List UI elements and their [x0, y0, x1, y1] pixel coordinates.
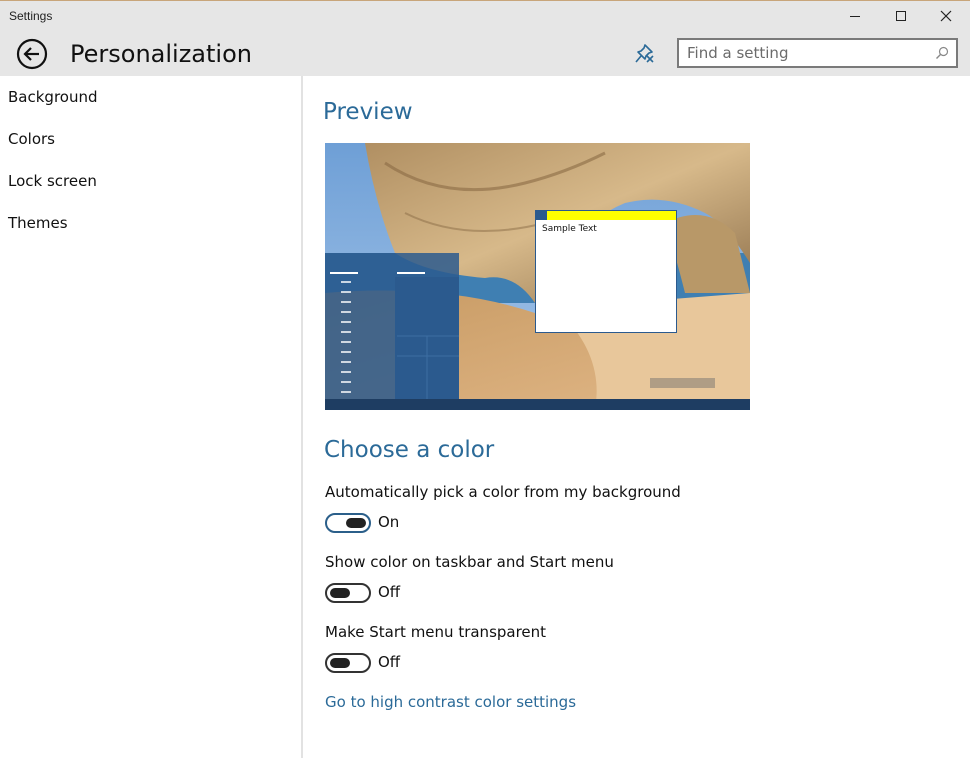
- maximize-button[interactable]: [878, 1, 924, 31]
- preview-sample-text: Sample Text: [542, 224, 597, 234]
- pin-icon: [635, 44, 654, 63]
- search-box[interactable]: [677, 38, 958, 68]
- auto-pick-color-toggle[interactable]: [325, 513, 371, 533]
- start-transparent-label: Make Start menu transparent: [325, 623, 547, 641]
- search-input[interactable]: [687, 43, 927, 63]
- close-button[interactable]: [923, 1, 969, 31]
- back-arrow-icon: [16, 38, 48, 70]
- window-title: Settings: [9, 9, 53, 23]
- high-contrast-link[interactable]: Go to high contrast color settings: [325, 693, 576, 711]
- back-button[interactable]: [16, 38, 48, 70]
- preview-title: Preview: [323, 99, 413, 125]
- sidebar-item-themes[interactable]: Themes: [8, 214, 68, 232]
- toggle-knob: [330, 588, 350, 598]
- maximize-icon: [896, 11, 906, 21]
- sidebar-item-background[interactable]: Background: [8, 88, 98, 106]
- auto-pick-color-label: Automatically pick a color from my backg…: [325, 483, 681, 501]
- search-icon[interactable]: [935, 46, 949, 60]
- toggle-knob: [330, 658, 350, 668]
- pin-button[interactable]: [632, 41, 658, 67]
- choose-color-title: Choose a color: [324, 437, 495, 463]
- header: Personalization: [0, 31, 970, 76]
- taskbar-color-toggle[interactable]: [325, 583, 371, 603]
- toggle-knob: [346, 518, 366, 528]
- minimize-button[interactable]: [832, 1, 878, 31]
- start-transparent-toggle[interactable]: [325, 653, 371, 673]
- close-icon: [940, 10, 952, 22]
- taskbar-color-label: Show color on taskbar and Start menu: [325, 553, 614, 571]
- page-title: Personalization: [70, 40, 252, 68]
- taskbar-color-state: Off: [378, 583, 401, 601]
- sidebar-item-lock-screen[interactable]: Lock screen: [8, 172, 97, 190]
- minimize-icon: [850, 16, 860, 17]
- sidebar-item-colors[interactable]: Colors: [8, 130, 55, 148]
- start-transparent-state: Off: [378, 653, 401, 671]
- main-content: Preview Sample Text Choose a color Autom…: [303, 76, 970, 758]
- title-bar: Settings: [0, 0, 970, 31]
- sidebar: Background Colors Lock screen Themes: [0, 76, 303, 758]
- preview-wallpaper: [325, 143, 750, 410]
- auto-pick-color-state: On: [378, 513, 400, 531]
- preview-image: Sample Text: [325, 143, 750, 410]
